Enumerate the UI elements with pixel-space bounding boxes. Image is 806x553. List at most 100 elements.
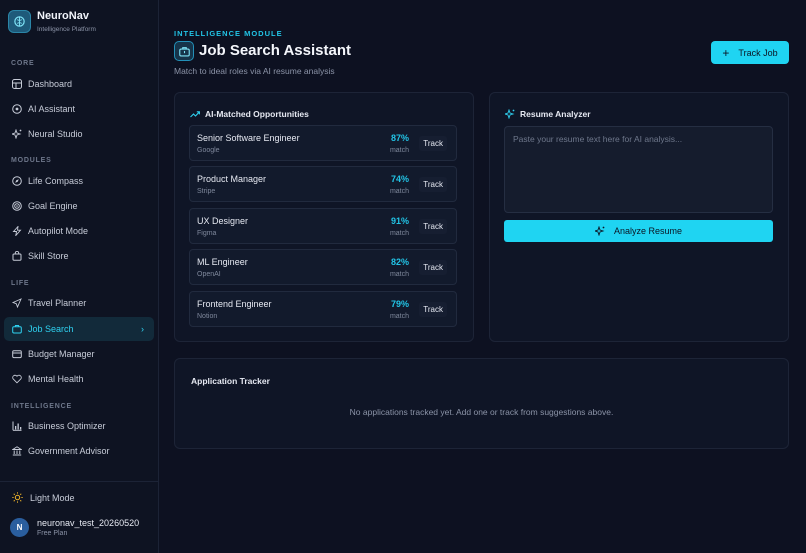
plane-icon [12, 298, 22, 308]
job-card: Senior Software Engineer Google 87% matc… [189, 125, 457, 161]
resume-title-row: Resume Analyzer [505, 109, 591, 119]
job-company: Stripe [197, 188, 216, 195]
ai-icon [12, 104, 22, 114]
avatar: N [10, 518, 29, 537]
sidebar-item-ai-assistant[interactable]: AI Assistant [4, 97, 154, 121]
module-eyebrow: INTELLIGENCE MODULE [174, 29, 283, 38]
sidebar-item-budget-manager[interactable]: Budget Manager [4, 342, 154, 366]
sidebar-item-label: Neural Studio [28, 129, 83, 139]
job-title: UX Designer [197, 216, 249, 226]
job-match-percent: 74% [390, 174, 409, 184]
job-match-label: match [389, 271, 409, 278]
application-tracker-card: Application Tracker No applications trac… [174, 358, 789, 449]
job-match-label: match [389, 313, 409, 320]
sidebar-item-autopilot-mode[interactable]: Autopilot Mode [4, 219, 154, 243]
job-match-label: match [389, 188, 409, 195]
track-button[interactable]: Track [419, 177, 447, 192]
job-company: Notion [197, 313, 218, 320]
sidebar-item-goal-engine[interactable]: Goal Engine [4, 194, 154, 218]
sidebar-item-life-compass[interactable]: Life Compass [4, 169, 154, 193]
job-card: UX Designer Figma 91% match Track [189, 208, 457, 244]
job-card: Frontend Engineer Notion 79% match Track [189, 291, 457, 327]
user-plan: Free Plan [37, 530, 68, 537]
sidebar-item-mental-health[interactable]: Mental Health [4, 367, 154, 391]
grid-icon [12, 79, 22, 89]
section-label-core: CORE [11, 60, 35, 67]
track-button[interactable]: Track [419, 219, 447, 234]
job-match-label: match [389, 147, 409, 154]
track-button[interactable]: Track [419, 302, 447, 317]
light-mode-toggle[interactable]: Light Mode [12, 492, 75, 503]
bolt-icon [12, 226, 22, 236]
opportunities-card: AI-Matched Opportunities Senior Software… [174, 92, 474, 342]
job-title: Senior Software Engineer [197, 133, 300, 143]
user-profile[interactable]: N neuronav_test_20260520 Free Plan [10, 518, 139, 537]
analyze-resume-button[interactable]: Analyze Resume [504, 220, 773, 242]
sidebar-item-label: Job Search [28, 324, 74, 334]
briefcase-icon [174, 41, 194, 61]
job-card: ML Engineer OpenAI 82% match Track [189, 249, 457, 285]
brain-icon [8, 10, 31, 33]
job-company: Figma [197, 230, 217, 237]
resume-textarea[interactable]: Paste your resume text here for AI analy… [504, 126, 773, 213]
resume-analyzer-card: Resume Analyzer Paste your resume text h… [489, 92, 789, 342]
job-match-percent: 91% [390, 216, 409, 226]
page-subtitle: Match to ideal roles via AI resume analy… [174, 66, 335, 76]
building-icon [12, 446, 22, 456]
sparkle-icon [594, 226, 605, 236]
sidebar-item-job-search[interactable]: Job Search › [4, 317, 154, 341]
track-job-label: Track Job [738, 47, 778, 58]
sidebar-item-label: Dashboard [28, 79, 73, 89]
resume-title: Resume Analyzer [520, 109, 591, 119]
sun-icon [12, 492, 23, 503]
opportunities-title: AI-Matched Opportunities [205, 109, 309, 119]
sidebar: NeuroNav Intelligence Platform CORE Dash… [0, 0, 159, 553]
sidebar-divider [0, 481, 159, 482]
job-title: ML Engineer [197, 257, 248, 267]
section-label-life: LIFE [11, 280, 30, 287]
brand[interactable]: NeuroNav Intelligence Platform [8, 10, 96, 33]
compass-icon [12, 176, 22, 186]
track-button[interactable]: Track [419, 260, 447, 275]
sidebar-item-label: Budget Manager [28, 349, 95, 359]
analyze-resume-label: Analyze Resume [613, 226, 683, 236]
tracker-title: Application Tracker [191, 376, 270, 386]
sidebar-item-label: Life Compass [28, 176, 84, 186]
job-company: OpenAI [197, 271, 221, 278]
user-name: neuronav_test_20260520 [37, 518, 140, 528]
section-label-modules: MODULES [11, 157, 52, 164]
sidebar-item-neural-studio[interactable]: Neural Studio [4, 122, 154, 146]
brand-subtitle: Intelligence Platform [37, 26, 96, 33]
opportunities-title-row: AI-Matched Opportunities [190, 109, 309, 119]
tracker-empty-message: No applications tracked yet. Add one or … [349, 407, 614, 417]
sidebar-item-label: Government Advisor [28, 446, 110, 456]
target-icon [12, 201, 22, 211]
sidebar-item-dashboard[interactable]: Dashboard [4, 72, 154, 96]
job-company: Google [197, 147, 220, 154]
sidebar-item-label: Skill Store [28, 251, 69, 261]
heart-icon [12, 374, 22, 384]
track-job-button[interactable]: + Track Job [711, 41, 789, 64]
track-button[interactable]: Track [419, 136, 447, 151]
job-match-label: match [389, 230, 409, 237]
sidebar-item-government-advisor[interactable]: Government Advisor [4, 439, 154, 463]
sidebar-item-label: AI Assistant [28, 104, 76, 114]
store-icon [12, 251, 22, 261]
sidebar-item-label: Autopilot Mode [28, 226, 89, 236]
sidebar-item-label: Business Optimizer [28, 421, 106, 431]
wallet-icon [12, 349, 22, 359]
sidebar-item-travel-planner[interactable]: Travel Planner [4, 291, 154, 315]
briefcase-icon [12, 324, 22, 334]
plus-icon: + [722, 45, 730, 60]
section-label-intelligence: INTELLIGENCE [11, 403, 72, 410]
brand-name: NeuroNav [37, 10, 89, 22]
main-content: INTELLIGENCE MODULE Job Search Assistant… [160, 0, 806, 553]
sidebar-item-skill-store[interactable]: Skill Store [4, 244, 154, 268]
sidebar-item-business-optimizer[interactable]: Business Optimizer [4, 414, 154, 438]
job-match-percent: 87% [390, 133, 409, 143]
sidebar-item-label: Goal Engine [28, 201, 78, 211]
job-card: Product Manager Stripe 74% match Track [189, 166, 457, 202]
page-title: Job Search Assistant [199, 42, 351, 59]
job-title: Frontend Engineer [197, 299, 272, 309]
sparkle-icon [505, 109, 515, 119]
